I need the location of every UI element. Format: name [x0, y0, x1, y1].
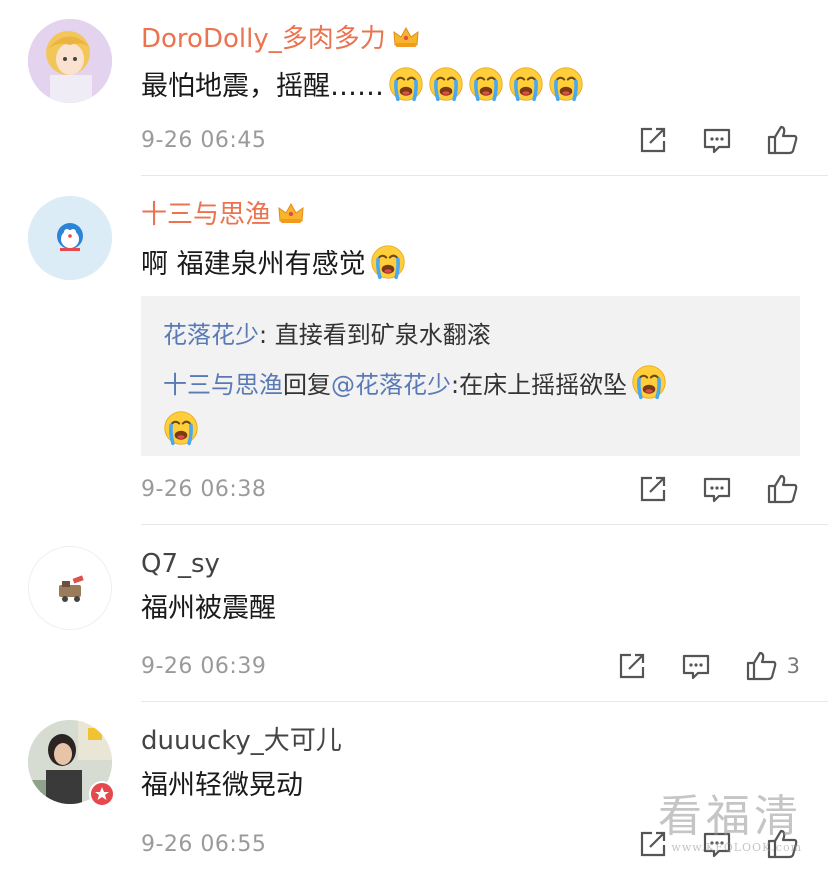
- comment-button[interactable]: [702, 125, 732, 155]
- thumbs-up-icon: [766, 473, 800, 505]
- comment-icon: [702, 125, 732, 155]
- timestamp: 9-26 06:55: [141, 832, 267, 857]
- crown-icon: [277, 201, 305, 225]
- like-count: 3: [786, 654, 800, 678]
- like-button[interactable]: [766, 473, 800, 505]
- crying-face-icon: [631, 364, 667, 400]
- like-button[interactable]: 3: [745, 650, 800, 682]
- reply-line: 花落花少: 直接看到矿泉水翻滚: [163, 321, 491, 349]
- share-button[interactable]: [617, 651, 647, 681]
- watermark-title: 看福清: [658, 791, 802, 842]
- username[interactable]: duuucky_大可儿: [141, 724, 342, 758]
- comment-text: 福州轻微晃动: [141, 770, 303, 801]
- crying-face-icon: [388, 66, 424, 102]
- reply-username[interactable]: 十三与思渔: [163, 371, 283, 399]
- comment-icon: [702, 474, 732, 504]
- crying-face-icon: [163, 410, 199, 446]
- thumbs-up-icon: [766, 124, 800, 156]
- divider: [141, 175, 828, 176]
- reply-line: 十三与思渔回复@花落花少:在床上摇摇欲坠: [163, 360, 778, 410]
- share-icon: [617, 651, 647, 681]
- avatar[interactable]: [28, 196, 112, 280]
- username[interactable]: Q7_sy: [141, 547, 220, 581]
- avatar[interactable]: [28, 19, 112, 103]
- comment-text: 最怕地震，摇醒……: [141, 66, 584, 105]
- avatar[interactable]: [28, 546, 112, 630]
- comment-text: 啊 福建泉州有感觉: [141, 244, 406, 283]
- thumbs-up-icon: [745, 650, 779, 682]
- comment-button[interactable]: [681, 651, 711, 681]
- divider: [141, 524, 828, 525]
- comment-text: 福州被震醒: [141, 593, 276, 624]
- share-icon: [638, 474, 668, 504]
- verified-badge-icon: [89, 781, 115, 807]
- username[interactable]: DoroDolly_多肉多力: [141, 22, 420, 56]
- mention-link[interactable]: @花落花少: [331, 371, 451, 399]
- reply-username[interactable]: 花落花少: [163, 321, 259, 349]
- timestamp: 9-26 06:39: [141, 654, 267, 679]
- crown-icon: [392, 25, 420, 49]
- share-button[interactable]: [638, 474, 668, 504]
- comment-button[interactable]: [702, 474, 732, 504]
- like-button[interactable]: [766, 124, 800, 156]
- timestamp: 9-26 06:45: [141, 128, 267, 153]
- crying-face-icon: [548, 66, 584, 102]
- share-icon: [638, 125, 668, 155]
- timestamp: 9-26 06:38: [141, 477, 267, 502]
- crying-face-icon: [508, 66, 544, 102]
- share-button[interactable]: [638, 125, 668, 155]
- crying-face-icon: [428, 66, 464, 102]
- crying-face-icon: [468, 66, 504, 102]
- reply-thread[interactable]: 花落花少: 直接看到矿泉水翻滚 十三与思渔回复@花落花少:在床上摇摇欲坠: [141, 296, 800, 456]
- comment-icon: [681, 651, 711, 681]
- watermark-site: www.KFQLOOK.com: [671, 841, 802, 854]
- watermark: 看福清 www.KFQLOOK.com: [658, 791, 802, 855]
- divider: [141, 701, 828, 702]
- username[interactable]: 十三与思渔: [141, 198, 305, 232]
- crying-face-icon: [370, 244, 406, 280]
